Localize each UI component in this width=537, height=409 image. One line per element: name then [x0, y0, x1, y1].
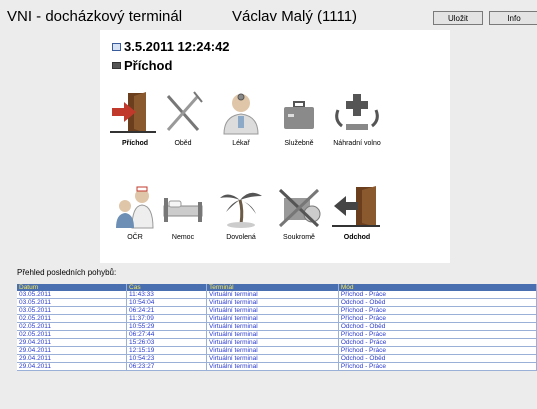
cell-date: 03.05.2011	[17, 306, 128, 315]
mode-text: Příchod	[124, 58, 173, 73]
cell-terminal: Virtuální terminal	[206, 291, 339, 299]
cell-mode: Odchod - Oběd	[338, 298, 537, 307]
history-label: Přehled posledních pohybů:	[17, 268, 117, 277]
tile-odchod[interactable]: Odchod	[322, 180, 392, 250]
cell-mode: Příchod - Práce	[338, 291, 537, 299]
column-header-mode[interactable]: Mód	[338, 284, 537, 291]
cell-time: 06:23:27	[126, 362, 208, 371]
cell-mode: Příchod - Práce	[338, 330, 537, 339]
cell-time: 10:54:23	[126, 354, 208, 363]
tile-label: Služebně	[284, 140, 314, 147]
cell-mode: Příchod - Práce	[338, 314, 537, 323]
cell-mode: Odchod - Oběd	[338, 322, 537, 331]
private-icon	[278, 188, 321, 228]
table-row[interactable]: 03.05.2011 06:24:21 Virtuální terminal Příc…	[17, 306, 537, 315]
doctor-icon	[223, 93, 259, 135]
table-row[interactable]: 02.05.2011 10:55:29 Virtuální terminal Odch…	[17, 322, 537, 331]
door-exit-icon	[332, 186, 380, 227]
table-row[interactable]: 03.05.2011 10:54:04 Virtuální terminal Odch…	[17, 298, 537, 307]
mode-display: Příchod	[112, 58, 172, 73]
column-header-date[interactable]: Datum	[17, 284, 128, 291]
cell-time: 11:37:09	[126, 314, 208, 323]
cell-terminal: Virtuální terminal	[206, 338, 339, 347]
tile-label: Nemoc	[171, 234, 195, 241]
table-row[interactable]: 29.04.2011 12:15:19 Virtuální terminal Příc…	[17, 346, 537, 355]
calendar-icon	[112, 42, 121, 51]
current-user: Václav Malý (1111)	[232, 8, 358, 25]
table-row[interactable]: 03.05.2011 11:43:33 Virtuální terminal Příc…	[17, 291, 537, 299]
table-row[interactable]: 29.04.2011 06:23:27 Virtuální terminal Příc…	[17, 362, 537, 371]
cell-time: 12:15:19	[126, 346, 208, 355]
datetime-display: 3.5.2011 12:24:42	[112, 39, 230, 54]
cell-time: 11:43:33	[126, 291, 208, 299]
plus-minus-icon	[335, 94, 379, 130]
cell-mode: Příchod - Práce	[338, 346, 537, 355]
cell-time: 10:54:04	[126, 298, 208, 307]
table-header-row: Datum Čas Terminál Mód	[17, 284, 537, 291]
app-title: VNI - docházkový terminál	[7, 8, 183, 25]
palm-tree-icon	[220, 192, 262, 228]
cell-mode: Příchod - Práce	[338, 362, 537, 371]
cell-terminal: Virtuální terminal	[206, 298, 339, 307]
briefcase-icon	[284, 101, 314, 129]
cell-date: 29.04.2011	[17, 338, 128, 347]
history-table: Datum Čas Terminál Mód 03.05.2011 11:43:3…	[17, 284, 537, 371]
cell-date: 03.05.2011	[17, 291, 128, 299]
cell-time: 10:55:29	[126, 322, 208, 331]
table-row[interactable]: 02.05.2011 11:37:09 Virtuální terminal Příc…	[17, 314, 537, 323]
cell-date: 03.05.2011	[17, 298, 128, 307]
tile-label: Soukromě	[283, 234, 315, 241]
cell-terminal: Virtuální terminal	[206, 346, 339, 355]
cell-time: 15:26:03	[126, 338, 208, 347]
cell-mode: Příchod - Práce	[338, 306, 537, 315]
tile-label: Oběd	[174, 140, 192, 147]
datetime-text: 3.5.2011 12:24:42	[124, 39, 230, 54]
cell-date: 29.04.2011	[17, 362, 128, 371]
column-header-time[interactable]: Čas	[126, 284, 208, 291]
cell-terminal: Virtuální terminal	[206, 314, 339, 323]
sickbed-icon	[163, 198, 203, 222]
mode-icon	[112, 62, 121, 69]
table-row[interactable]: 29.04.2011 15:26:03 Virtuální terminal Odch…	[17, 338, 537, 347]
cell-terminal: Virtuální terminal	[206, 322, 339, 331]
tile-label: OČR	[127, 234, 143, 241]
tile-label: Odchod	[343, 234, 371, 241]
column-header-terminal[interactable]: Terminál	[206, 284, 339, 291]
table-row[interactable]: 02.05.2011 06:27:44 Virtuální terminal Příc…	[17, 330, 537, 339]
cell-time: 06:24:21	[126, 306, 208, 315]
tile-label: Lékař	[232, 140, 250, 147]
cell-date: 29.04.2011	[17, 354, 128, 363]
cell-mode: Odchod - Práce	[338, 338, 537, 347]
cell-terminal: Virtuální terminal	[206, 354, 339, 363]
tile-label: Příchod	[121, 140, 149, 147]
fork-knife-icon	[166, 91, 203, 131]
tile-label: Náhradní volno	[333, 140, 381, 147]
cell-date: 02.05.2011	[17, 314, 128, 323]
cell-terminal: Virtuální terminal	[206, 330, 339, 339]
save-button[interactable]: Uložit	[433, 11, 483, 25]
tile-nahradni-volno[interactable]: Náhradní volno	[322, 86, 392, 156]
table-row[interactable]: 29.04.2011 10:54:23 Virtuální terminal Odch…	[17, 354, 537, 363]
cell-terminal: Virtuální terminal	[206, 362, 339, 371]
cell-terminal: Virtuální terminal	[206, 306, 339, 315]
cell-date: 02.05.2011	[17, 322, 128, 331]
cell-time: 06:27:44	[126, 330, 208, 339]
cell-date: 29.04.2011	[17, 346, 128, 355]
cell-mode: Odchod - Oběd	[338, 354, 537, 363]
tile-label: Dovolená	[226, 234, 256, 241]
info-button[interactable]: Info	[489, 11, 537, 25]
cell-date: 02.05.2011	[17, 330, 128, 339]
